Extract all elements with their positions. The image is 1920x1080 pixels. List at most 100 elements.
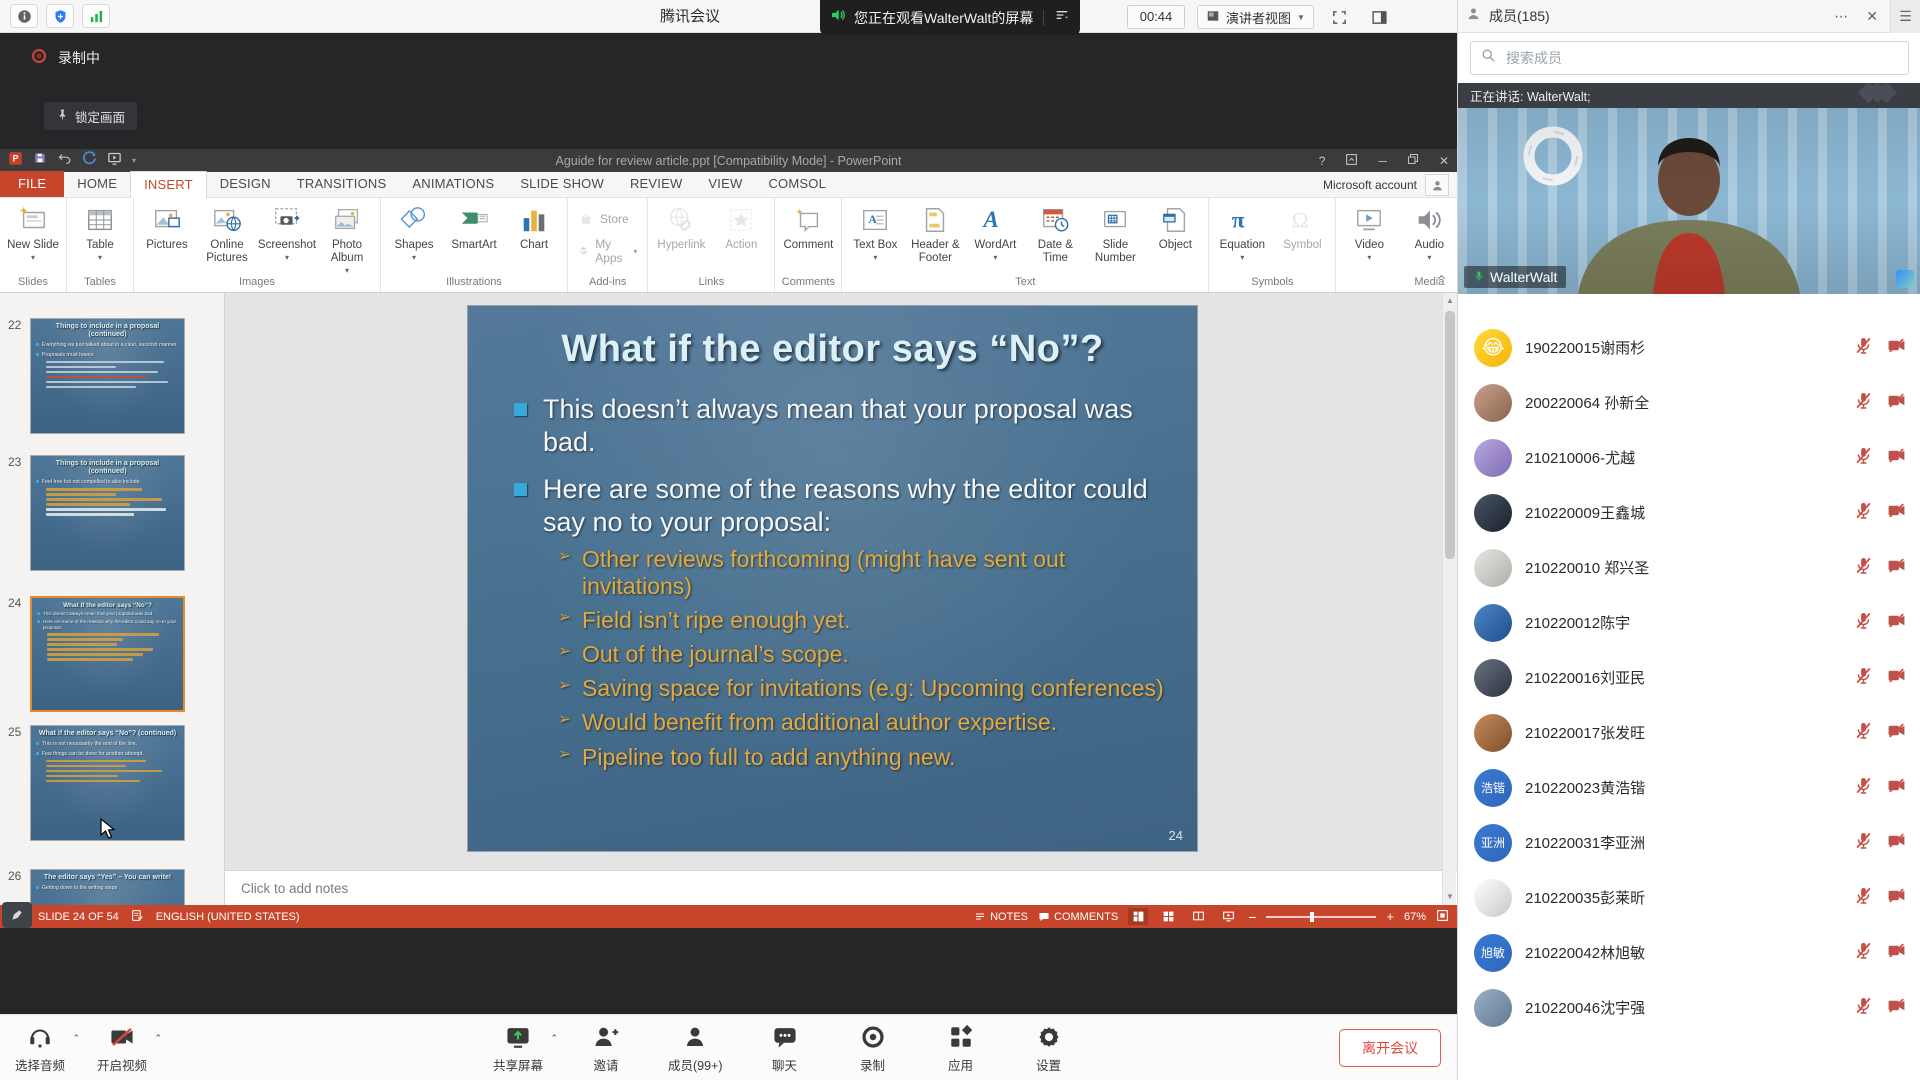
toolbar-选择音频[interactable]: 选择音频⌃	[14, 1023, 66, 1074]
ribbon-button-chart[interactable]: Chart	[505, 201, 563, 252]
ribbon-button-equation[interactable]: πEquation▾	[1213, 201, 1271, 262]
camera-off-icon[interactable]	[1887, 611, 1906, 635]
collapse-ribbon-icon[interactable]	[1436, 270, 1447, 288]
notes-pane[interactable]: Click to add notes	[225, 870, 1457, 905]
mic-off-icon[interactable]	[1854, 831, 1873, 855]
slide-sorter-view-button[interactable]	[1158, 908, 1178, 925]
undo-icon[interactable]	[57, 151, 72, 171]
more-options-icon[interactable]: ⋯	[1834, 8, 1848, 25]
fit-slide-icon[interactable]	[1436, 909, 1449, 925]
notes-toggle[interactable]: NOTES	[974, 911, 1028, 923]
ribbon-button-slide-number[interactable]: Slide Number	[1086, 201, 1144, 265]
tab-design[interactable]: DESIGN	[207, 171, 284, 197]
toolbar-成员-99[interactable]: 成员(99+)	[668, 1023, 723, 1074]
zoom-out-button[interactable]: −	[1248, 909, 1256, 925]
ribbon-button-wordart[interactable]: AWordArt▾	[966, 201, 1024, 262]
restore-icon[interactable]	[1407, 153, 1419, 168]
ribbon-button-video[interactable]: Video▾	[1340, 201, 1398, 262]
search-input[interactable]	[1504, 49, 1898, 67]
member-row[interactable]: 210220010 郑兴圣	[1458, 540, 1920, 595]
comments-toggle[interactable]: COMMENTS	[1038, 911, 1118, 923]
close-panel-icon[interactable]: ✕	[1866, 8, 1878, 25]
toolbar-开启视频[interactable]: 开启视频⌃	[96, 1023, 148, 1074]
current-slide[interactable]: What if the editor says “No”? This doesn…	[468, 306, 1197, 851]
member-row[interactable]: 210220009王鑫城	[1458, 485, 1920, 540]
tab-slide-show[interactable]: SLIDE SHOW	[507, 171, 617, 197]
thumbnail-scrollbar[interactable]: ▲ ▼	[1442, 293, 1456, 905]
leave-meeting-button[interactable]: 离开会议	[1339, 1029, 1441, 1067]
mic-off-icon[interactable]	[1854, 501, 1873, 525]
scroll-up-arrow[interactable]: ▲	[1443, 294, 1457, 308]
security-shield-icon[interactable]	[46, 4, 74, 28]
tab-file[interactable]: FILE	[0, 171, 64, 197]
camera-off-icon[interactable]	[1887, 391, 1906, 415]
microsoft-account[interactable]: Microsoft account	[1323, 172, 1417, 198]
member-row[interactable]: 210220035彭莱昕	[1458, 870, 1920, 925]
member-row[interactable]: 210210006-尤越	[1458, 430, 1920, 485]
slideshow-view-button[interactable]	[1218, 908, 1238, 925]
slide-thumbnail-26[interactable]: The editor says “Yes” – You can write!Ge…	[30, 869, 185, 905]
ribbon-button-action[interactable]: Action	[712, 201, 770, 252]
member-row[interactable]: 210220012陈宇	[1458, 595, 1920, 650]
lock-screen-button[interactable]: 锁定画面	[44, 102, 137, 130]
tab-review[interactable]: REVIEW	[617, 171, 695, 197]
member-row[interactable]: 浩锴210220023黄浩锴	[1458, 760, 1920, 815]
ribbon-button-audio[interactable]: Audio▾	[1400, 201, 1458, 262]
speaker-video[interactable]: WalterWalt	[1458, 108, 1920, 294]
meeting-info-icon[interactable]	[10, 4, 38, 28]
sidebar-toggle-icon[interactable]	[1366, 5, 1392, 29]
minimize-icon[interactable]: ─	[1378, 154, 1387, 168]
ribbon-button-symbol[interactable]: ΩSymbol	[1273, 201, 1331, 252]
scroll-down-arrow[interactable]: ▼	[1443, 890, 1457, 904]
ribbon-button-header-footer[interactable]: Header & Footer	[906, 201, 964, 265]
reading-view-button[interactable]	[1188, 908, 1208, 925]
toolbar-邀请[interactable]: 邀请	[580, 1023, 632, 1074]
normal-view-button[interactable]	[1128, 908, 1148, 925]
toolbar-录制[interactable]: 录制	[847, 1023, 899, 1074]
close-icon[interactable]: ✕	[1439, 154, 1449, 168]
view-mode-selector[interactable]: 演讲者视图 ▼	[1197, 5, 1314, 29]
camera-off-icon[interactable]	[1887, 501, 1906, 525]
tab-comsol[interactable]: COMSOL	[755, 171, 839, 197]
chevron-up-icon[interactable]: ⌃	[154, 1033, 162, 1044]
ribbon-button-online-pictures[interactable]: Online Pictures	[198, 201, 256, 265]
mic-off-icon[interactable]	[1854, 886, 1873, 910]
watching-banner[interactable]: 您正在观看WalterWalt的屏幕	[820, 0, 1080, 35]
mic-off-icon[interactable]	[1854, 666, 1873, 690]
tab-insert[interactable]: INSERT	[130, 171, 207, 198]
tab-home[interactable]: HOME	[64, 171, 130, 197]
camera-off-icon[interactable]	[1887, 886, 1906, 910]
slide-thumbnail-24[interactable]: What if the editor says “No”?This doesn’…	[30, 596, 185, 712]
slide-thumbnail-22[interactable]: Things to include in a proposal (continu…	[30, 318, 185, 434]
member-row[interactable]: 210220017张发旺	[1458, 705, 1920, 760]
mic-off-icon[interactable]	[1854, 556, 1873, 580]
camera-off-icon[interactable]	[1887, 336, 1906, 360]
member-row[interactable]: 210220046沈宇强	[1458, 980, 1920, 1035]
language-label[interactable]: ENGLISH (UNITED STATES)	[156, 911, 300, 923]
ribbon-button-table[interactable]: Table▾	[71, 201, 129, 262]
zoom-slider-thumb[interactable]	[1310, 912, 1314, 922]
floating-tool-icon[interactable]	[2, 902, 32, 928]
member-row[interactable]: 😂190220015谢雨杉	[1458, 320, 1920, 375]
toolbar-应用[interactable]: 应用	[935, 1023, 987, 1074]
chevron-up-icon[interactable]: ⌃	[72, 1033, 80, 1044]
account-avatar-icon[interactable]	[1425, 174, 1449, 196]
banner-menu-icon[interactable]	[1054, 7, 1070, 28]
ribbon-button-my-apps[interactable]: My Apps ▾	[578, 237, 637, 265]
ribbon-button-shapes[interactable]: Shapes▾	[385, 201, 443, 262]
camera-off-icon[interactable]	[1887, 831, 1906, 855]
ribbon-button-object[interactable]: Object	[1146, 201, 1204, 252]
ribbon-button-text-box[interactable]: AText Box▾	[846, 201, 904, 262]
camera-off-icon[interactable]	[1887, 941, 1906, 965]
member-row[interactable]: 旭敏210220042林旭敏	[1458, 925, 1920, 980]
ribbon-display-icon[interactable]	[1345, 153, 1358, 169]
panel-menu-icon[interactable]: ☰	[1890, 0, 1920, 33]
camera-off-icon[interactable]	[1887, 556, 1906, 580]
camera-off-icon[interactable]	[1887, 996, 1906, 1020]
camera-off-icon[interactable]	[1887, 446, 1906, 470]
mic-off-icon[interactable]	[1854, 391, 1873, 415]
chevron-up-icon[interactable]: ⌃	[550, 1033, 558, 1044]
network-signal-icon[interactable]	[82, 4, 110, 28]
mic-off-icon[interactable]	[1854, 336, 1873, 360]
ribbon-button-hyperlink[interactable]: Hyperlink	[652, 201, 710, 252]
